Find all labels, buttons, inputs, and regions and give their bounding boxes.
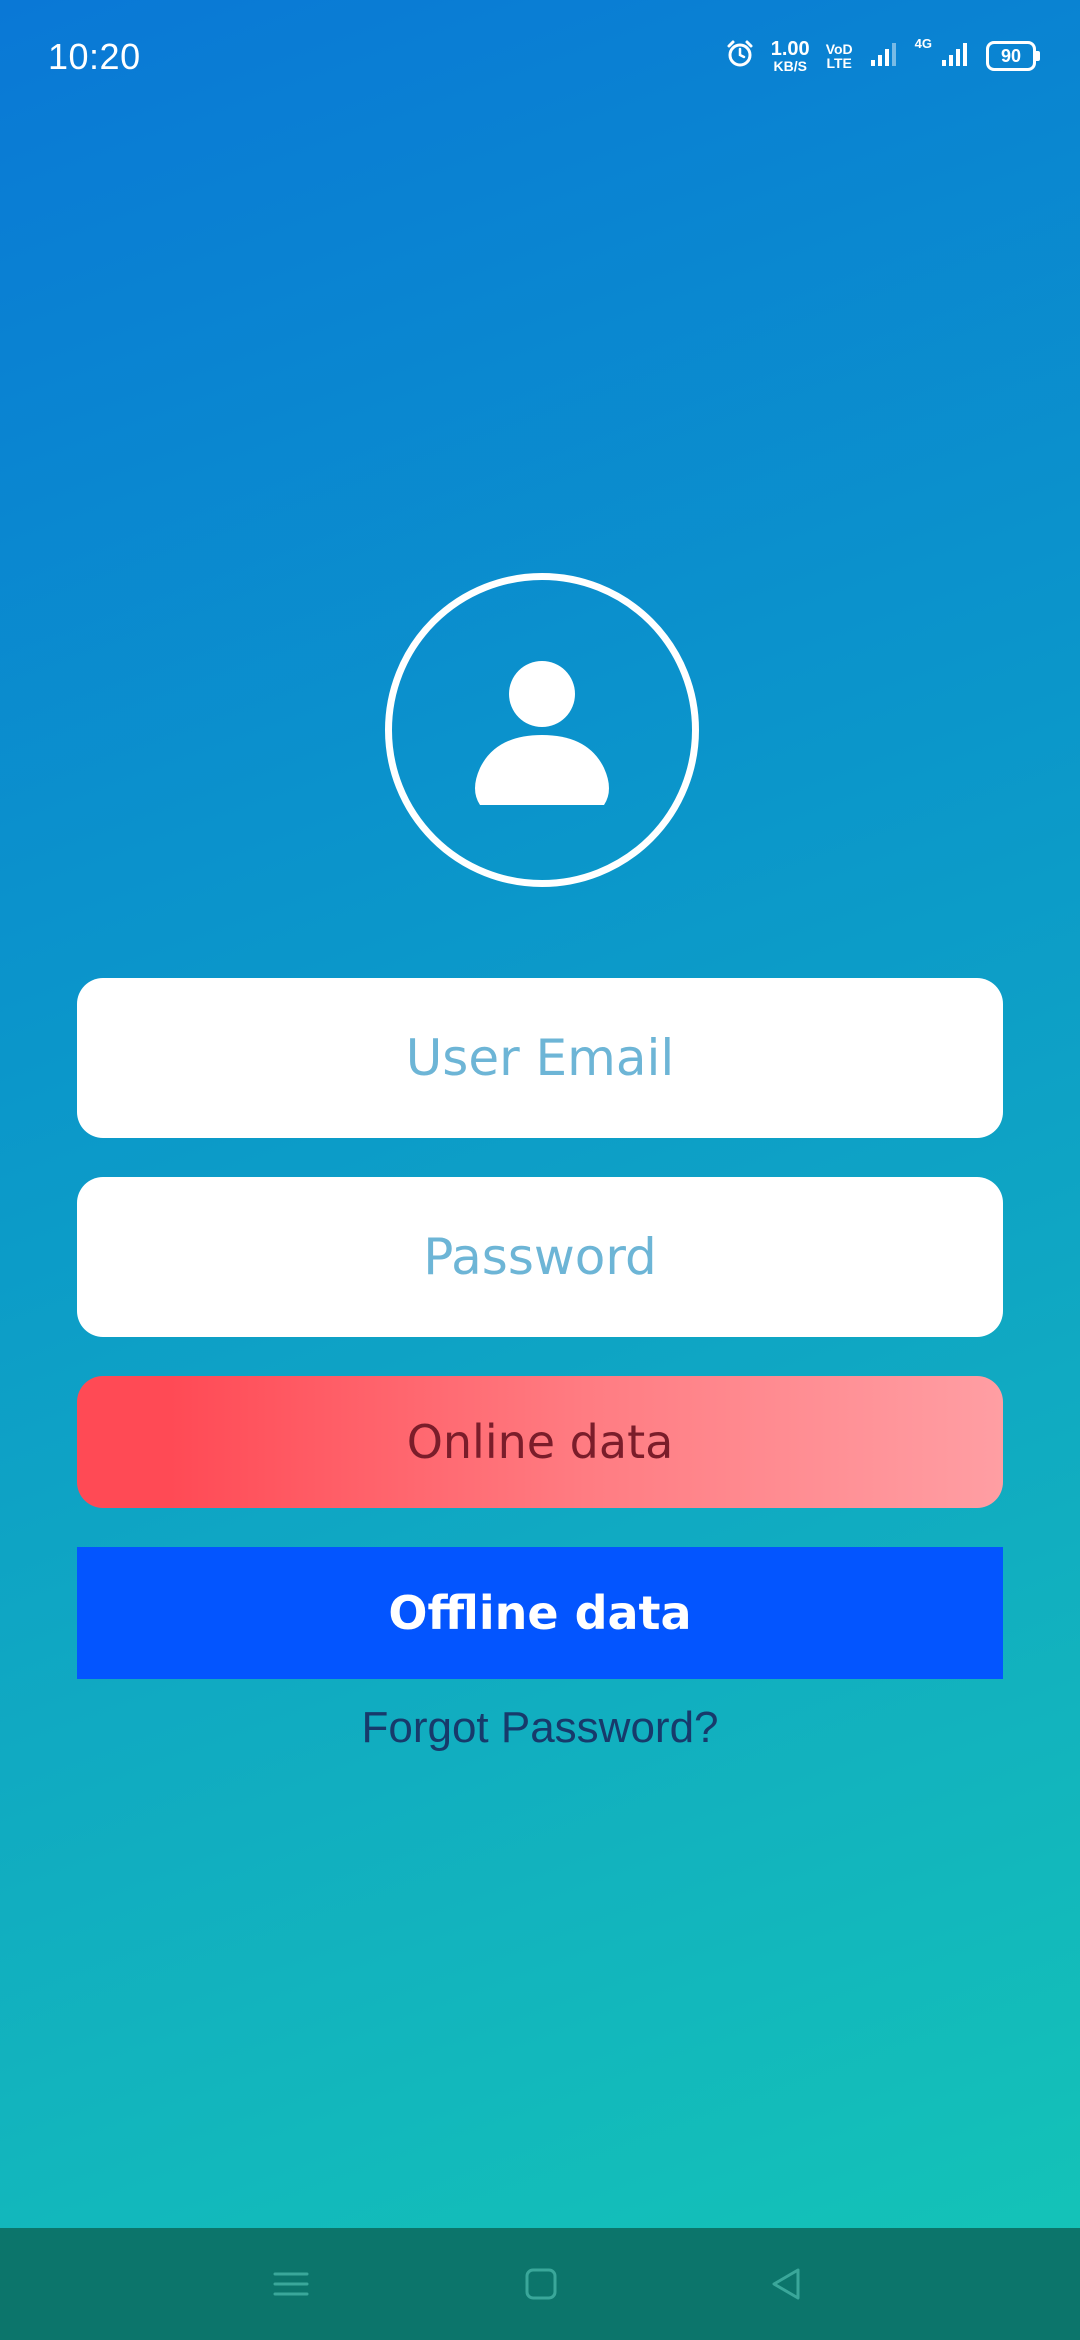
volte-bottom: LTE [826, 55, 852, 71]
network-speed: 1.00 KB/S [771, 39, 810, 73]
volte-top: VoD [825, 41, 853, 57]
network-speed-unit: KB/S [773, 58, 807, 74]
status-bar: 10:20 1.00 KB/S VoD LTE 4G 90 [0, 0, 1080, 115]
user-avatar-icon [475, 661, 609, 805]
email-input[interactable] [77, 977, 1003, 1139]
sim2-network-label: 4G [914, 36, 932, 51]
menu-icon[interactable] [261, 2254, 321, 2314]
battery-icon: 90 [986, 41, 1040, 71]
forgot-password-link[interactable]: Forgot Password? [0, 1703, 1080, 1753]
password-input[interactable] [77, 1176, 1003, 1338]
login-screen: 10:20 1.00 KB/S VoD LTE 4G 90 User Email… [0, 0, 1080, 2340]
battery-level: 90 [1000, 45, 1022, 66]
network-speed-value: 1.00 [770, 38, 810, 60]
volte-indicator: VoD LTE [826, 42, 853, 70]
alarm-icon [725, 39, 755, 74]
status-time: 10:20 [48, 36, 141, 77]
navigation-bar [0, 2228, 1080, 2340]
password-field[interactable] [77, 1176, 1003, 1338]
home-icon[interactable] [511, 2254, 571, 2314]
signal-icon-sim2 [940, 40, 970, 73]
email-field[interactable] [77, 977, 1003, 1139]
back-icon[interactable] [756, 2254, 816, 2314]
offline-data-button[interactable]: Offline data [77, 1547, 1003, 1679]
signal-icon [869, 40, 899, 73]
user-avatar [385, 573, 699, 887]
status-icons: 1.00 KB/S VoD LTE 4G 90 [725, 36, 1040, 76]
online-data-button[interactable]: Online data [77, 1376, 1003, 1508]
